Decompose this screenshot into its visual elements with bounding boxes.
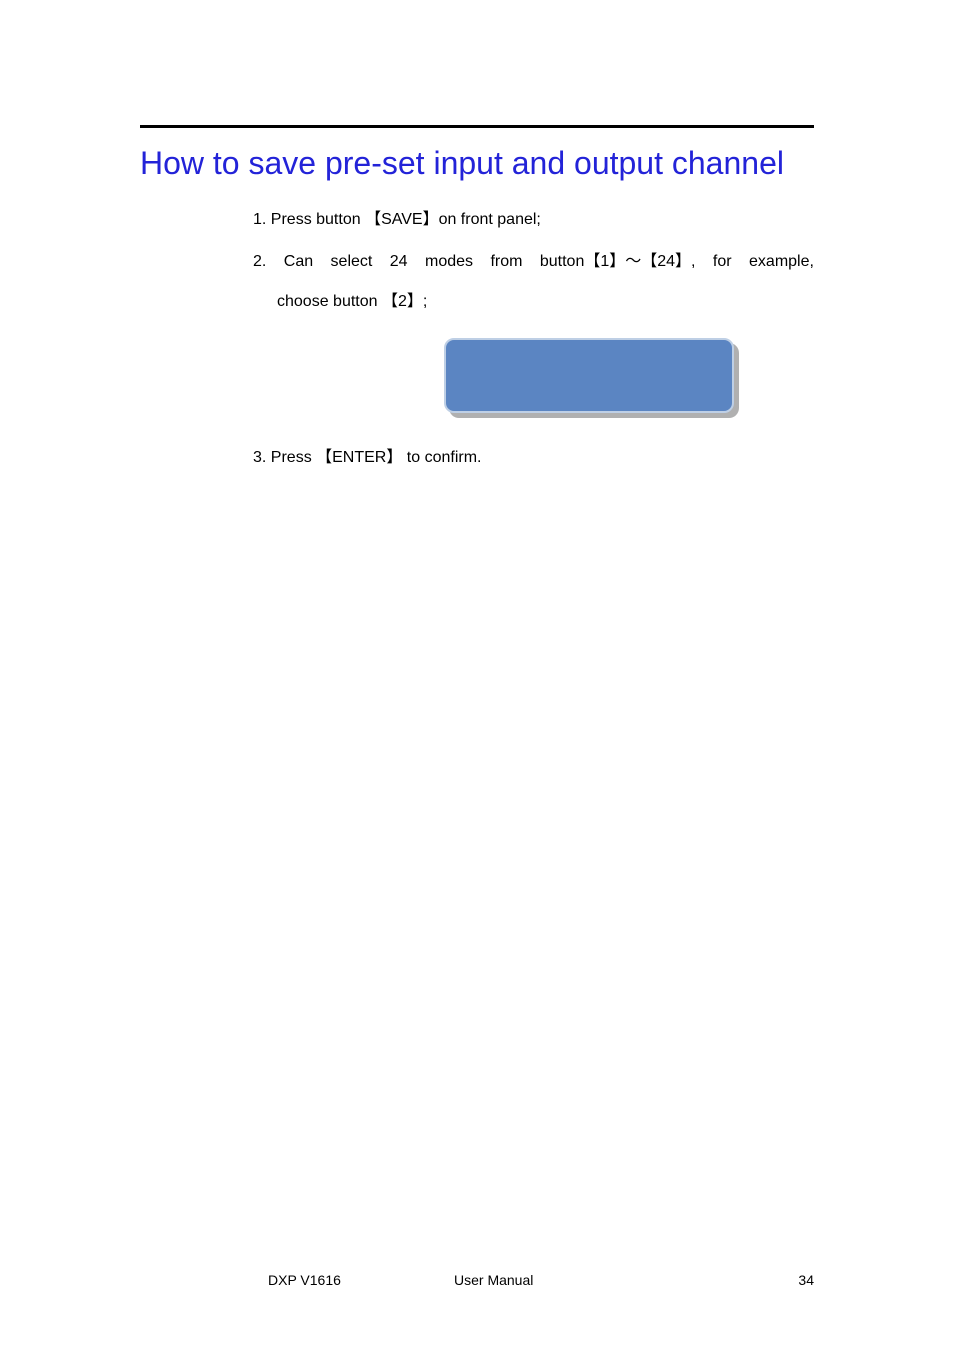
title-rule xyxy=(140,125,814,128)
step-2: 2.Canselect24modesfrombutton【1】～【24】,for… xyxy=(253,250,814,314)
footer-page-number: 34 xyxy=(798,1272,814,1288)
footer-product: DXP V1616 xyxy=(268,1272,341,1288)
step-list: 1. Press button 【SAVE】on front panel; 2.… xyxy=(140,208,814,470)
section-title: How to save pre-set input and output cha… xyxy=(140,136,814,190)
step-2-line2: choose button 【2】; xyxy=(253,290,814,314)
page-content: How to save pre-set input and output cha… xyxy=(0,0,954,470)
footer-doc-type: User Manual xyxy=(454,1272,533,1288)
step-2-line1: 2.Canselect24modesfrombutton【1】～【24】,for… xyxy=(253,250,814,274)
step-3: 3. Press 【ENTER】 to confirm. xyxy=(253,446,814,470)
display-box xyxy=(444,338,734,413)
step-1: 1. Press button 【SAVE】on front panel; xyxy=(253,208,814,232)
display-box-wrapper xyxy=(444,338,734,413)
display-box-container xyxy=(363,338,814,418)
